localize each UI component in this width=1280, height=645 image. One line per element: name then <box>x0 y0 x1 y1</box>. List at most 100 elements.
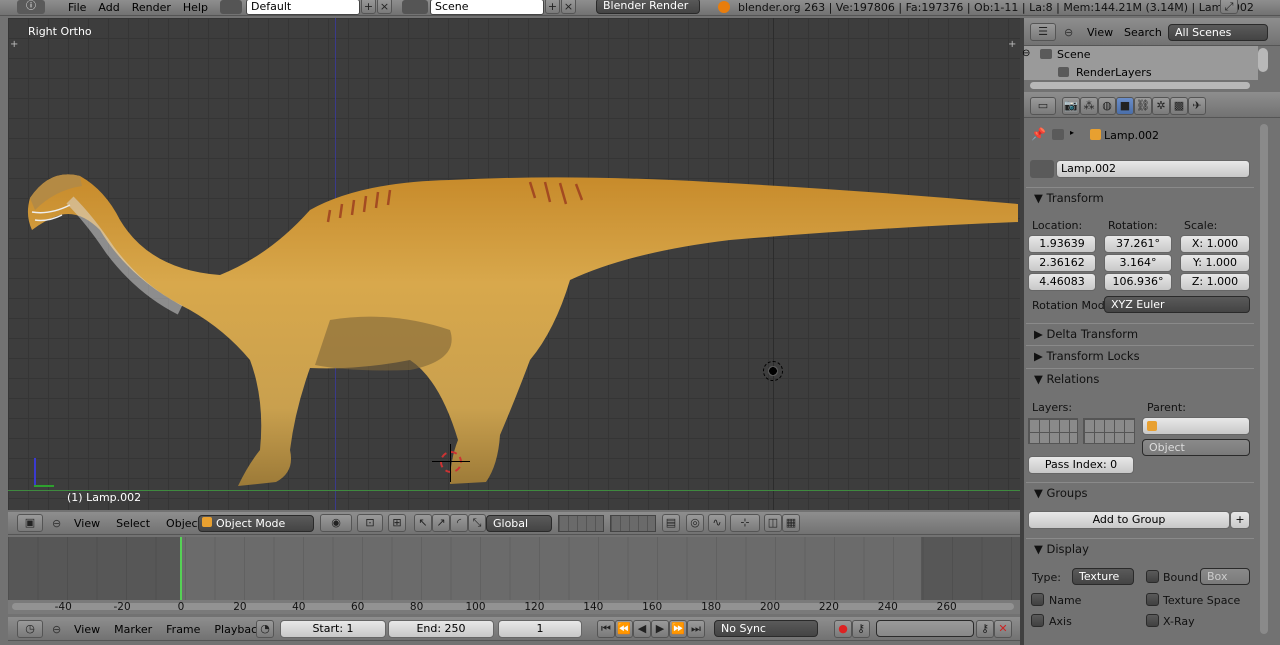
scale-x-field[interactable]: X: 1.000 <box>1180 235 1250 253</box>
delete-layout-button[interactable]: × <box>377 0 392 14</box>
info-editor-icon[interactable]: ⓘ <box>17 0 45 14</box>
bound-checkbox[interactable] <box>1146 570 1159 583</box>
next-keyframe-icon[interactable]: ⏩ <box>669 620 687 638</box>
scale-y-field[interactable]: Y: 1.000 <box>1180 254 1250 272</box>
play-reverse-icon[interactable]: ◀ <box>633 620 651 638</box>
texture-space-checkbox[interactable] <box>1146 593 1159 606</box>
prev-keyframe-icon[interactable]: ⏪ <box>615 620 633 638</box>
object-layers-grid-a[interactable] <box>1028 418 1078 444</box>
snap-element-button[interactable]: ⊹ <box>730 514 760 532</box>
current-frame-marker[interactable] <box>180 537 182 600</box>
play-icon[interactable]: ▶ <box>651 620 669 638</box>
bound-type-select[interactable]: Box <box>1200 568 1250 585</box>
pin-icon[interactable]: 📌 <box>1031 127 1046 141</box>
sync-mode-select[interactable]: No Sync <box>714 620 818 637</box>
end-frame-field[interactable]: End: 250 <box>388 620 494 638</box>
menu-view[interactable]: View <box>74 623 100 636</box>
delete-scene-button[interactable]: × <box>561 0 576 14</box>
mode-select[interactable]: Object Mode <box>198 515 314 532</box>
insert-keyframe-button[interactable]: ⚷ <box>976 620 994 638</box>
menu-file[interactable]: File <box>68 1 86 14</box>
fullscreen-button[interactable]: ⤢ <box>1220 0 1238 14</box>
add-scene-button[interactable]: + <box>545 0 560 14</box>
properties-editor-type-button[interactable]: ▭ <box>1030 97 1056 115</box>
rotation-y-field[interactable]: 3.164° <box>1104 254 1172 272</box>
menu-marker[interactable]: Marker <box>114 623 152 636</box>
menu-frame[interactable]: Frame <box>166 623 200 636</box>
orientation-select[interactable]: Global <box>486 515 552 532</box>
add-to-group-button[interactable]: Add to Group <box>1028 511 1230 529</box>
add-group-plus-button[interactable]: + <box>1230 511 1250 529</box>
layers-grid-a[interactable] <box>558 515 604 532</box>
keying-set-field[interactable] <box>876 620 974 637</box>
outliner-menu-search[interactable]: Search <box>1124 26 1162 39</box>
object-tab-icon[interactable]: ■ <box>1116 97 1134 115</box>
relations-panel-header[interactable]: ▼ Relations <box>1026 368 1254 388</box>
timeline-editor-type-button[interactable]: ◷ <box>17 620 43 638</box>
menu-render[interactable]: Render <box>132 1 171 14</box>
3d-cursor-icon[interactable] <box>440 451 462 473</box>
location-y-field[interactable]: 2.36162 <box>1028 254 1096 272</box>
display-panel-header[interactable]: ▼ Display <box>1026 538 1254 558</box>
object-name-field[interactable]: Lamp.002 <box>1056 160 1250 178</box>
expand-icon[interactable]: ⊖ <box>1022 48 1030 59</box>
rotation-mode-select[interactable]: XYZ Euler <box>1104 296 1250 313</box>
current-frame-field[interactable]: 1 <box>498 620 582 638</box>
delta-transform-panel-header[interactable]: ▶ Delta Transform <box>1026 323 1254 343</box>
object-layers-grid-b[interactable] <box>1083 418 1135 444</box>
groups-panel-header[interactable]: ▼ Groups <box>1026 482 1254 502</box>
menu-select[interactable]: Select <box>116 517 150 530</box>
menu-view[interactable]: View <box>74 517 100 530</box>
rotation-z-field[interactable]: 106.936° <box>1104 273 1172 291</box>
preview-range-button[interactable]: ◔ <box>256 620 274 638</box>
timeline-scrollbar[interactable] <box>12 603 1014 610</box>
parent-type-select[interactable]: Object <box>1142 439 1250 456</box>
proportional-falloff-button[interactable]: ∿ <box>708 514 726 532</box>
viewport-shading-button[interactable]: ◉ <box>320 514 352 532</box>
properties-scrollbar[interactable] <box>1260 124 1268 634</box>
name-checkbox[interactable] <box>1031 593 1044 606</box>
scene-tab-icon[interactable]: ⁂ <box>1080 97 1098 115</box>
outliner-editor-type-button[interactable]: ☰ <box>1030 23 1056 41</box>
delete-keyframe-button[interactable]: ✕ <box>994 620 1012 638</box>
record-button[interactable]: ● <box>834 620 852 638</box>
screen-layout-field[interactable]: Default <box>246 0 360 15</box>
editor-type-button[interactable]: ▣ <box>17 514 43 532</box>
world-tab-icon[interactable]: ◍ <box>1098 97 1116 115</box>
scale-z-field[interactable]: Z: 1.000 <box>1180 273 1250 291</box>
transform-panel-header[interactable]: ▼ Transform <box>1026 187 1254 207</box>
lamp-object[interactable] <box>763 361 783 381</box>
outliner-scrollbar[interactable] <box>1030 82 1250 89</box>
render-engine-select[interactable]: Blender Render <box>596 0 700 14</box>
render-animation-button[interactable]: ▦ <box>782 514 800 532</box>
screen-layout-icon[interactable] <box>220 0 242 14</box>
outliner-menu-view[interactable]: View <box>1087 26 1113 39</box>
pass-index-field[interactable]: Pass Index: 0 <box>1028 456 1134 474</box>
scale-manipulator[interactable]: ⤡ <box>468 514 486 532</box>
start-frame-field[interactable]: Start: 1 <box>280 620 386 638</box>
jump-end-icon[interactable]: ⏭ <box>687 620 705 638</box>
constraints-tab-icon[interactable]: ⛓ <box>1134 97 1152 115</box>
location-x-field[interactable]: 1.93639 <box>1028 235 1096 253</box>
dinosaur-model[interactable] <box>10 160 1022 495</box>
translate-manipulator[interactable]: ↗ <box>432 514 450 532</box>
render-preview-button[interactable]: ◫ <box>764 514 782 532</box>
scene-field[interactable]: Scene <box>430 0 544 15</box>
scene-icon[interactable] <box>402 0 428 14</box>
outliner-item-renderlayers[interactable]: RenderLayers <box>1076 66 1152 78</box>
transform-locks-panel-header[interactable]: ▶ Transform Locks <box>1026 345 1254 365</box>
manipulator-toggle[interactable]: ↖ <box>414 514 432 532</box>
region-toggle-icon[interactable]: + <box>10 39 18 50</box>
region-toggle-icon[interactable]: + <box>1008 39 1016 50</box>
display-type-select[interactable]: Texture <box>1072 568 1134 585</box>
parent-field[interactable] <box>1142 417 1250 435</box>
proportional-edit-button[interactable]: ◎ <box>686 514 704 532</box>
lock-layers-button[interactable]: ▤ <box>662 514 680 532</box>
axis-checkbox[interactable] <box>1031 614 1044 627</box>
collapse-icon[interactable]: ⊖ <box>52 517 61 530</box>
outliner-filter-select[interactable]: All Scenes <box>1168 24 1268 41</box>
render-tab-icon[interactable]: 📷 <box>1062 97 1080 115</box>
outliner-vscrollbar[interactable] <box>1258 48 1268 72</box>
rotate-manipulator[interactable]: ◜ <box>450 514 468 532</box>
modifiers-tab-icon[interactable]: ✲ <box>1152 97 1170 115</box>
